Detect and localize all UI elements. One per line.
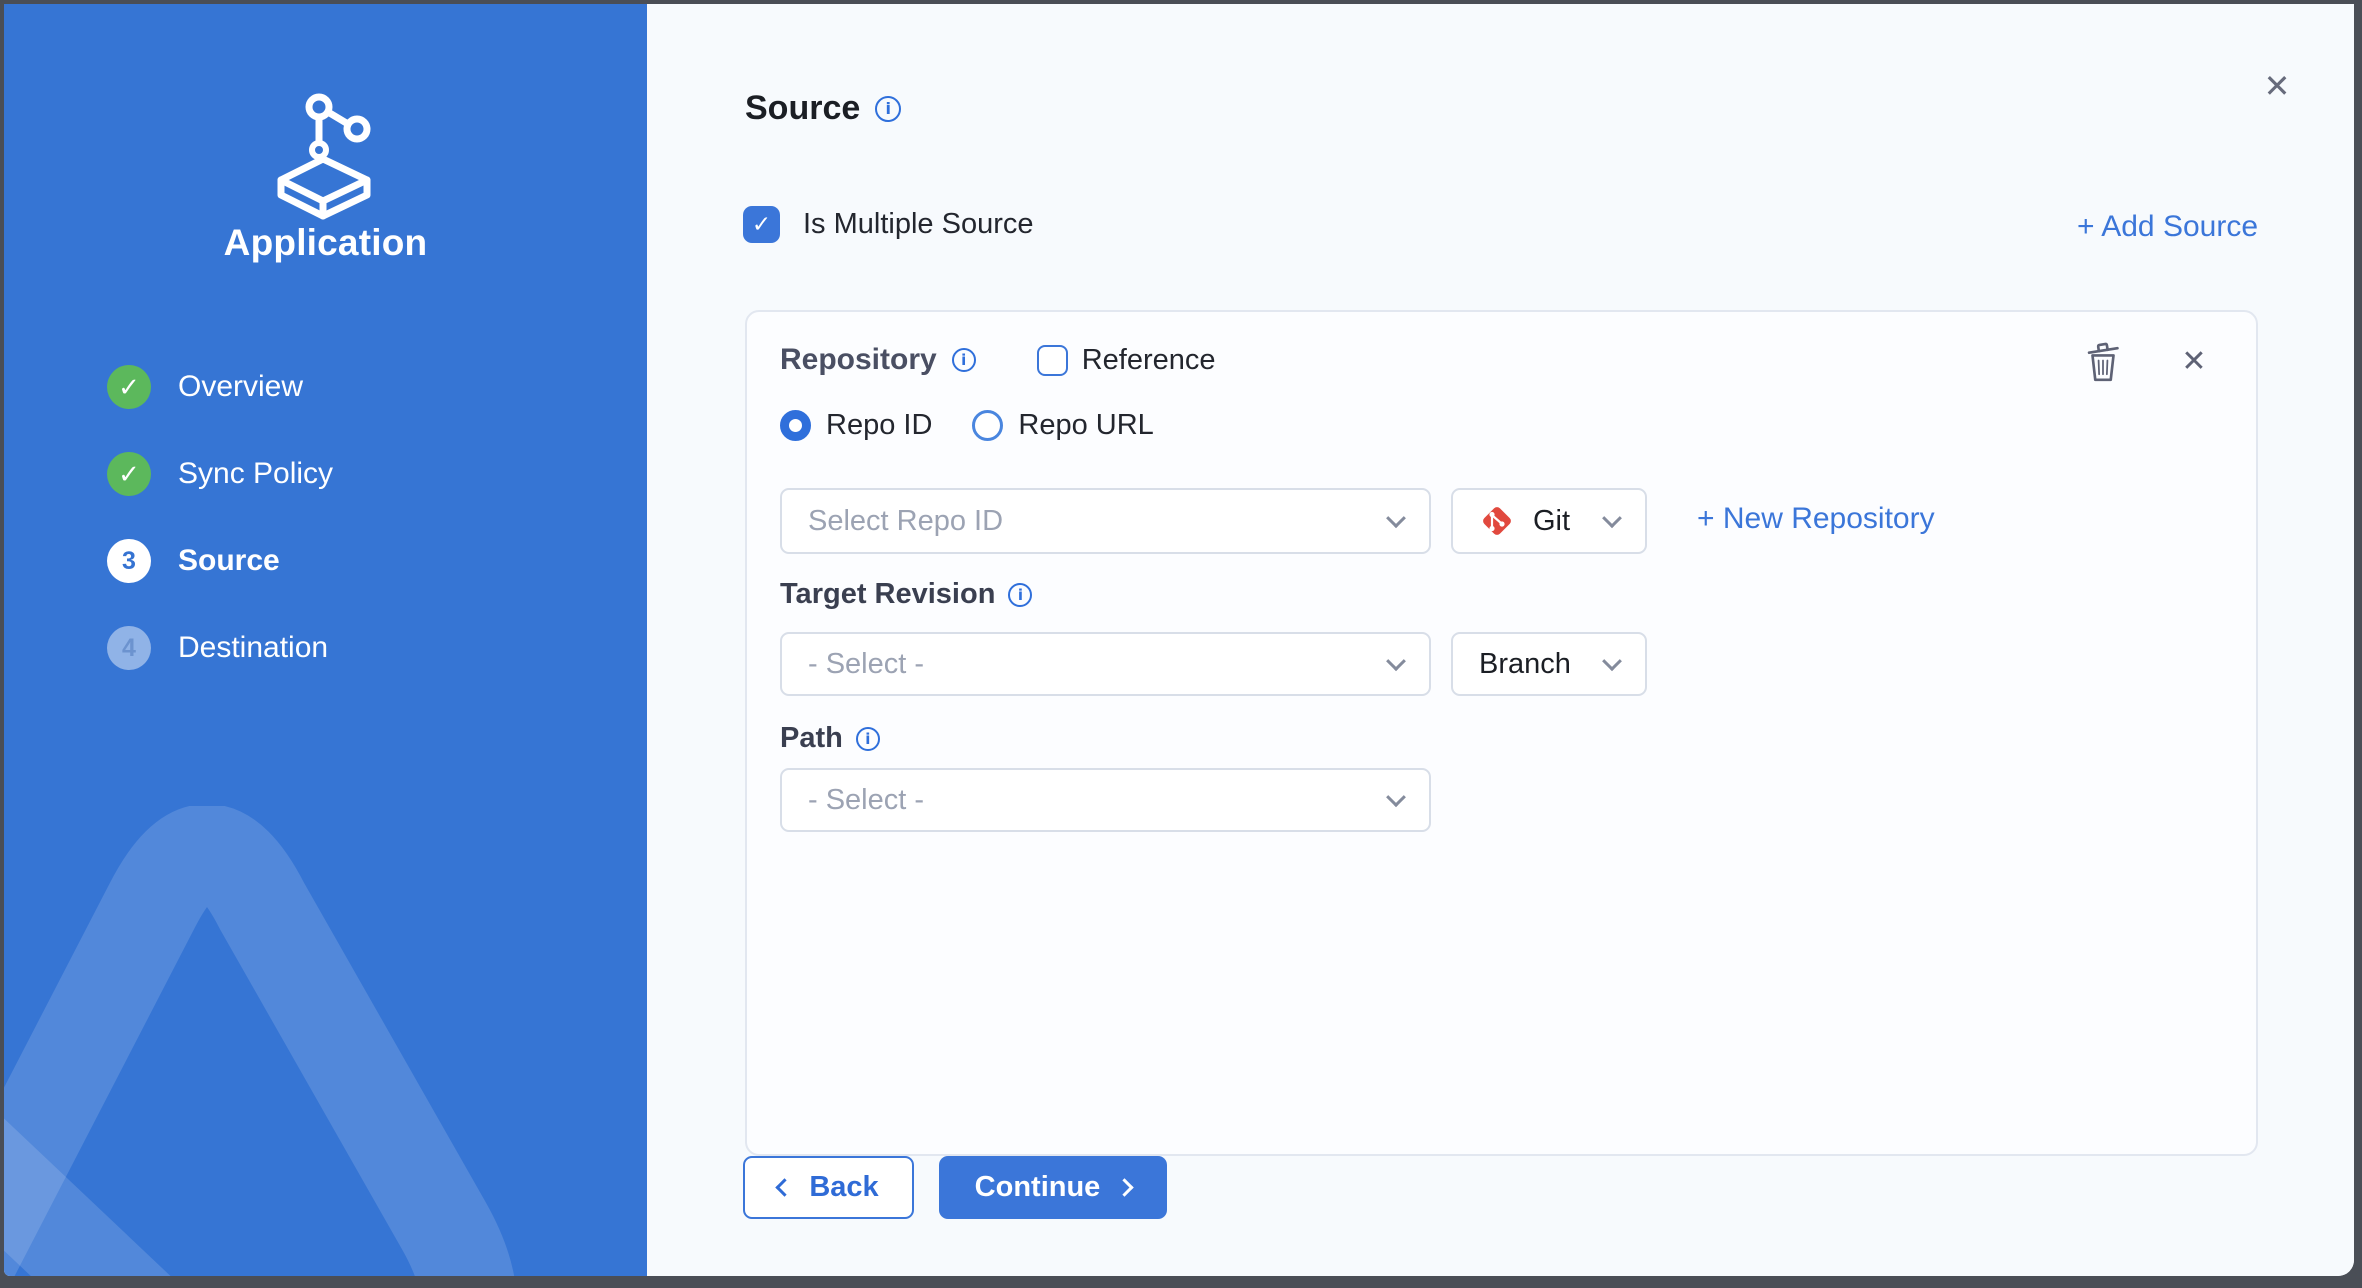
- reference-checkbox[interactable]: [1037, 345, 1068, 376]
- path-placeholder: - Select -: [808, 784, 924, 817]
- back-button[interactable]: Back: [743, 1156, 914, 1219]
- chevron-left-icon: [776, 1178, 794, 1196]
- revision-type-select[interactable]: Branch: [1451, 632, 1647, 696]
- chevron-right-icon: [1116, 1178, 1134, 1196]
- repo-id-select[interactable]: Select Repo ID: [780, 488, 1431, 554]
- is-multiple-source-label: Is Multiple Source: [803, 208, 1034, 241]
- is-multiple-source-checkbox[interactable]: ✓: [743, 206, 780, 243]
- chevron-down-icon: [1602, 651, 1622, 671]
- step-number: 3: [107, 539, 151, 583]
- source-card: Repository i Reference: [745, 310, 2258, 1156]
- step-label: Overview: [178, 370, 303, 404]
- source-step-panel: ✕ Source i ✓ Is Multiple Source + Add So…: [647, 4, 2354, 1276]
- back-button-label: Back: [809, 1171, 878, 1204]
- step-label: Sync Policy: [178, 457, 333, 491]
- chevron-down-icon: [1386, 508, 1406, 528]
- step-sync-policy[interactable]: ✓ Sync Policy: [107, 452, 333, 496]
- step-check-icon: ✓: [107, 365, 151, 409]
- application-wizard-modal: Application ✓ Overview ✓ Sync Policy 3 S…: [4, 4, 2354, 1276]
- step-destination[interactable]: 4 Destination: [107, 626, 333, 670]
- step-check-icon: ✓: [107, 452, 151, 496]
- repo-url-label: Repo URL: [1018, 409, 1153, 442]
- wizard-steps: ✓ Overview ✓ Sync Policy 3 Source 4 Dest…: [107, 365, 333, 670]
- continue-button[interactable]: Continue: [939, 1156, 1167, 1219]
- reference-label: Reference: [1082, 344, 1216, 377]
- close-icon[interactable]: ✕: [2253, 62, 2301, 110]
- path-label: Path: [780, 722, 843, 755]
- step-label: Destination: [178, 631, 328, 665]
- wizard-sidebar: Application ✓ Overview ✓ Sync Policy 3 S…: [4, 4, 647, 1276]
- page-title: Source: [745, 89, 860, 128]
- step-overview[interactable]: ✓ Overview: [107, 365, 333, 409]
- git-icon: [1479, 503, 1515, 539]
- repository-label: Repository: [780, 343, 937, 377]
- step-number: 4: [107, 626, 151, 670]
- target-revision-info-icon[interactable]: i: [1008, 583, 1032, 607]
- repo-url-radio[interactable]: [972, 410, 1003, 441]
- target-revision-label: Target Revision: [780, 578, 995, 611]
- wizard-title: Application: [4, 222, 647, 264]
- chevron-down-icon: [1602, 508, 1622, 528]
- new-repository-button[interactable]: + New Repository: [1697, 502, 1935, 536]
- repo-id-radio[interactable]: [780, 410, 811, 441]
- step-label: Source: [178, 544, 280, 578]
- delete-source-button[interactable]: [2081, 338, 2125, 384]
- watermark-logo: [4, 806, 647, 1276]
- repo-id-label: Repo ID: [826, 409, 932, 442]
- continue-button-label: Continue: [975, 1171, 1101, 1204]
- repo-type-select[interactable]: Git: [1451, 488, 1647, 554]
- revision-type-value: Branch: [1479, 648, 1571, 681]
- add-source-button[interactable]: + Add Source: [2077, 210, 2258, 244]
- source-info-icon[interactable]: i: [875, 96, 901, 122]
- path-info-icon[interactable]: i: [856, 727, 880, 751]
- remove-source-icon[interactable]: ✕: [2171, 338, 2217, 384]
- path-select[interactable]: - Select -: [780, 768, 1431, 832]
- chevron-down-icon: [1386, 787, 1406, 807]
- target-revision-select[interactable]: - Select -: [780, 632, 1431, 696]
- repository-info-icon[interactable]: i: [952, 348, 976, 372]
- target-revision-placeholder: - Select -: [808, 648, 924, 681]
- step-source[interactable]: 3 Source: [107, 539, 333, 583]
- trash-icon: [2084, 340, 2122, 382]
- application-icon: [267, 92, 385, 222]
- repo-type-value: Git: [1533, 505, 1570, 538]
- repo-id-select-placeholder: Select Repo ID: [808, 505, 1003, 538]
- chevron-down-icon: [1386, 651, 1406, 671]
